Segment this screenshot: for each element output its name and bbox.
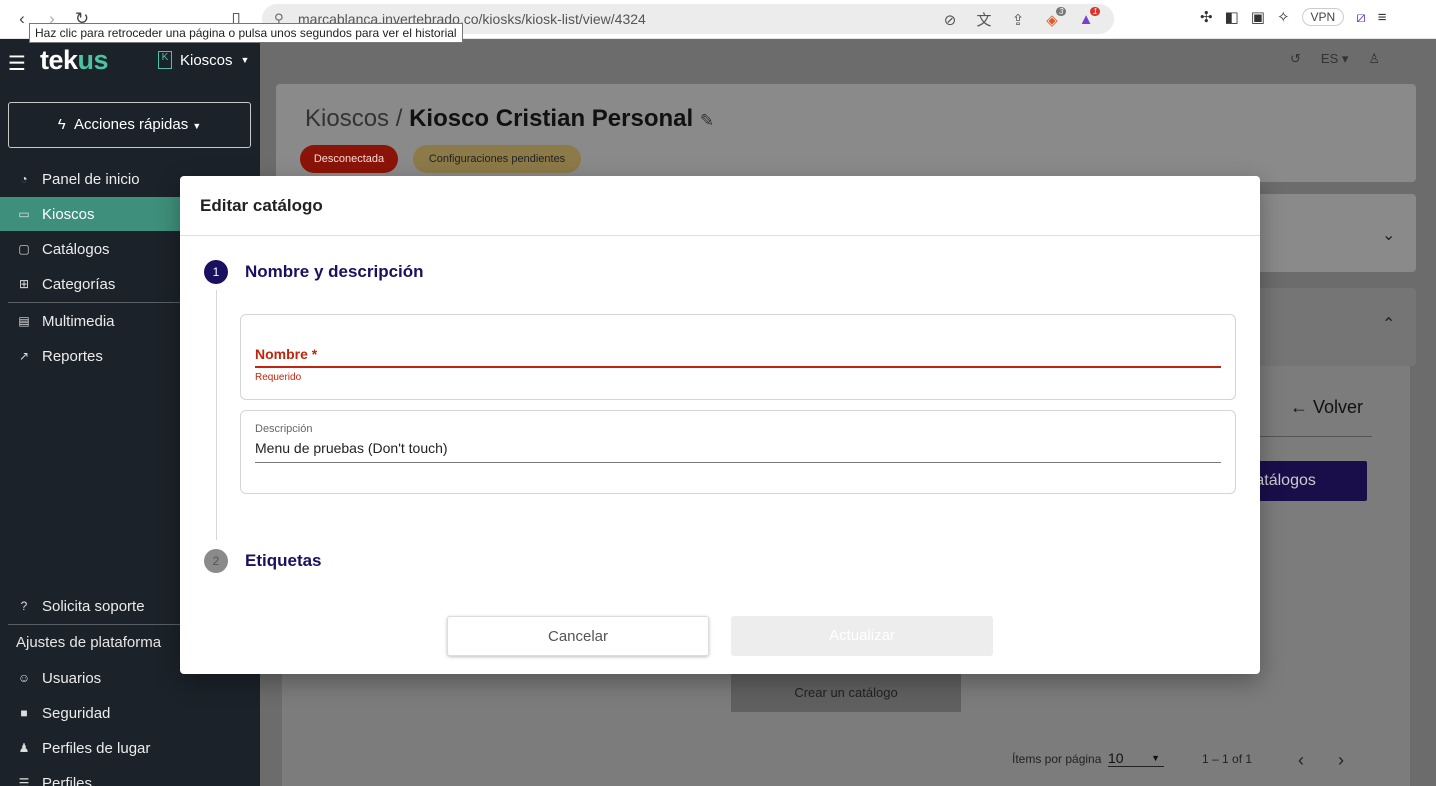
- language-label: ES: [1320, 51, 1339, 66]
- step-2-title[interactable]: Etiquetas: [245, 551, 322, 571]
- camera-off-icon[interactable]: ⊘: [940, 11, 960, 29]
- breadcrumb-separator: /: [395, 105, 403, 132]
- language-selector[interactable]: ES ▾: [1321, 51, 1348, 67]
- brave-rewards-icon[interactable]: ▲ 1: [1076, 7, 1101, 28]
- platform-settings-heading: Ajustes de plataforma: [16, 634, 162, 651]
- name-error: Requerido: [255, 372, 302, 383]
- next-page-icon[interactable]: ›: [1338, 750, 1344, 771]
- items-per-page-select[interactable]: 10 ▼: [1108, 750, 1164, 767]
- list-icon: ☰: [18, 776, 30, 786]
- quick-actions-label: Acciones rápidas: [73, 116, 189, 133]
- step-1-title[interactable]: Nombre y descripción: [245, 262, 424, 282]
- kiosk-switcher[interactable]: K Kioscos ▼: [158, 51, 249, 69]
- back-button[interactable]: ← Volver: [1290, 397, 1363, 418]
- sidebar-item-label: Multimedia: [42, 312, 115, 330]
- create-catalog-button[interactable]: Crear un catálogo: [731, 674, 961, 712]
- step-1-indicator[interactable]: 1: [204, 260, 228, 284]
- user-icon[interactable]: ♙: [1368, 51, 1380, 67]
- leo-ai-icon[interactable]: ✧: [1277, 8, 1290, 26]
- chart-icon: ↗: [18, 349, 30, 363]
- sitemap-icon: ⊞: [18, 277, 30, 291]
- breadcrumb: Kioscos / Kiosco Cristian Personal ✎: [305, 105, 714, 133]
- browser-menu-icon[interactable]: ≡: [1378, 9, 1387, 26]
- extensions-icon[interactable]: ✣: [1200, 8, 1213, 26]
- sidebar-item-label: Usuarios: [42, 669, 102, 687]
- back-tooltip: Haz clic para retroceder una página o pu…: [29, 23, 463, 43]
- sidebar-item-label: Seguridad: [42, 704, 111, 722]
- sidebar-item-label: Categorías: [42, 275, 116, 293]
- back-label: Volver: [1313, 397, 1364, 417]
- status-badge-pending: Configuraciones pendientes: [413, 145, 581, 173]
- quick-actions-button[interactable]: ϟ Acciones rápidas ▼: [8, 102, 251, 148]
- description-input[interactable]: Menu de pruebas (Don't touch): [255, 440, 448, 456]
- sidebar-item-label: Perfiles de lugar: [42, 739, 151, 757]
- translate-icon[interactable]: 文: [974, 9, 994, 30]
- shields-count: 3: [1056, 6, 1067, 16]
- sidebar-item-label: Solicita soporte: [42, 597, 145, 615]
- status-badge-disconnected: Desconectada: [300, 145, 398, 173]
- help-icon: ?: [20, 599, 28, 613]
- sidebar-item-profiles[interactable]: ☰ Perfiles: [0, 766, 260, 786]
- cancel-button[interactable]: Cancelar: [447, 616, 709, 656]
- sidebar-item-label: Perfiles: [42, 774, 93, 786]
- address-bar-actions: ⊘ 文 ⇪ ◈ 3 ▲ 1: [940, 6, 1101, 30]
- vpn-button[interactable]: VPN: [1301, 8, 1345, 26]
- update-button[interactable]: Actualizar: [731, 616, 993, 656]
- kiosk-badge-icon: K: [158, 51, 172, 69]
- sidebar-item-label: Reportes: [42, 347, 103, 365]
- kiosk-switcher-label: Kioscos: [180, 51, 233, 69]
- breadcrumb-parent[interactable]: Kioscos: [305, 105, 389, 132]
- sidebar-item-place-profiles[interactable]: ♟ Perfiles de lugar: [0, 731, 260, 765]
- description-input-underline: [255, 462, 1221, 463]
- dashboard-icon: ◔: [20, 172, 28, 186]
- caret-down-icon: ▼: [240, 55, 250, 65]
- tekus-logo: tekus: [40, 45, 109, 76]
- chevron-down-icon[interactable]: ⌄: [1382, 225, 1395, 245]
- previous-page-icon[interactable]: ‹: [1298, 750, 1304, 771]
- top-utilities: ↺ ES ▾ ♙: [1290, 51, 1380, 67]
- sidebar-item-security[interactable]: ■ Seguridad: [0, 696, 260, 730]
- pagination-range: 1 – 1 of 1: [1202, 752, 1253, 766]
- hamburger-menu-icon[interactable]: ☰: [8, 51, 26, 76]
- arrow-left-icon: ←: [1290, 397, 1308, 417]
- chevron-up-icon[interactable]: ⌃: [1382, 314, 1395, 334]
- kiosk-icon: ▭: [18, 207, 30, 221]
- book-icon: ▢: [18, 242, 30, 256]
- step-2-indicator[interactable]: 2: [204, 549, 228, 573]
- dialog-title: Editar catálogo: [200, 196, 323, 215]
- bolt-icon: ϟ: [57, 116, 66, 133]
- name-field[interactable]: Nombre * Requerido: [240, 314, 1236, 400]
- dialog-divider: [180, 235, 1260, 236]
- sidebar-item-label: Panel de inicio: [42, 170, 140, 188]
- edit-icon[interactable]: ✎: [700, 111, 714, 130]
- share-icon[interactable]: ⇪: [1008, 11, 1028, 29]
- brave-shields-icon[interactable]: ◈ 3: [1042, 6, 1067, 29]
- name-input-underline: [255, 366, 1221, 368]
- users-icon: ☺: [17, 671, 31, 685]
- name-label: Nombre *: [255, 346, 318, 362]
- page-title: Kiosco Cristian Personal: [409, 105, 694, 132]
- rewards-count: 1: [1090, 7, 1101, 16]
- logo-text: tek: [40, 45, 78, 75]
- images-icon: ▤: [18, 314, 30, 328]
- brave-news-icon[interactable]: ⧄: [1356, 9, 1366, 26]
- sidebar-item-label: Catálogos: [42, 240, 110, 258]
- extensions-area: ✣ ◧ ▣ ✧ VPN ⧄ ≡: [1200, 8, 1387, 26]
- place-icon: ♟: [18, 741, 30, 755]
- lock-icon: ■: [20, 706, 28, 720]
- description-field[interactable]: Descripción Menu de pruebas (Don't touch…: [240, 410, 1236, 494]
- caret-down-icon: ▼: [1151, 753, 1160, 763]
- items-per-page-label: Ítems por página: [1012, 752, 1102, 766]
- edit-catalog-dialog: Editar catálogo 1 Nombre y descripción N…: [180, 176, 1260, 674]
- logo-text-accent: us: [77, 45, 109, 75]
- wallet-icon[interactable]: ▣: [1251, 8, 1265, 26]
- sidebar-toggle-icon[interactable]: ◧: [1225, 8, 1239, 26]
- caret-down-icon: ▼: [192, 121, 202, 131]
- sidebar-item-label: Kioscos: [42, 205, 95, 223]
- items-per-page-value: 10: [1108, 750, 1124, 766]
- stepper-connector: [216, 290, 217, 540]
- vpn-label: VPN: [1310, 10, 1336, 24]
- description-label: Descripción: [255, 423, 313, 435]
- history-icon[interactable]: ↺: [1290, 51, 1301, 67]
